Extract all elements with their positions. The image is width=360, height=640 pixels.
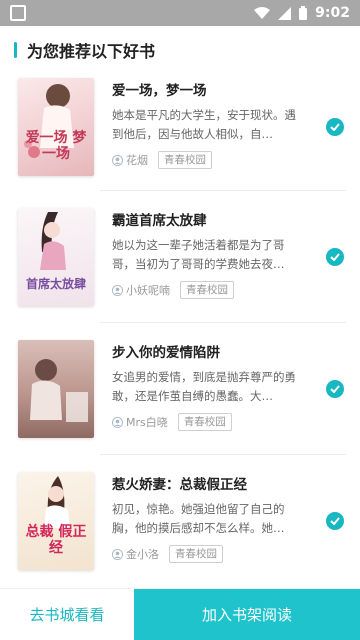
- selected-check-icon[interactable]: [326, 512, 344, 530]
- selected-check-icon[interactable]: [326, 248, 344, 266]
- divider: [100, 322, 346, 323]
- bottom-action-bar: 去书城看看 加入书架阅读: [0, 588, 360, 640]
- go-to-bookstore-button[interactable]: 去书城看看: [0, 589, 134, 640]
- author-icon: [112, 416, 123, 428]
- status-bar: 9:02: [0, 0, 360, 26]
- book-cover: 首席太放肆: [18, 208, 94, 306]
- notification-icon: [10, 5, 26, 21]
- book-description: 女追男的爱情，到底是抛弃尊严的勇敢，还是作茧自缚的愚蠢。大…: [112, 370, 296, 403]
- book-description: 她本是平凡的大学生，安于现状。遇到他后，因与他故人相似，自…: [112, 108, 296, 141]
- cover-title: 爱一场 梦一场: [25, 130, 87, 162]
- book-title: 霸道首席太放肆: [112, 213, 207, 229]
- book-author: 金小洛: [126, 548, 159, 561]
- book-item[interactable]: 爱一场 梦一场 爱一场，梦一场 她本是平凡的大学生，安于现状。遇到他后，因与他故…: [18, 78, 344, 188]
- book-item[interactable]: 总裁 假正经 惹火娇妻：总裁假正经 初见，惊艳。她强迫他留了自己的胸，他的摸后感…: [18, 472, 344, 582]
- genre-tag: 青春校园: [177, 413, 232, 431]
- book-author: Mrs白晓: [126, 416, 168, 429]
- section-header: 为您推荐以下好书: [0, 26, 360, 74]
- book-author: 花烟: [126, 154, 148, 167]
- book-cover: [18, 340, 94, 438]
- author-icon: [112, 548, 123, 560]
- book-description: 她以为这一辈子她活着都是为了哥哥，当初为了哥哥的学费她去夜…: [112, 238, 285, 271]
- status-time: 9:02: [315, 5, 350, 21]
- cover-title: 总裁 假正经: [25, 524, 87, 556]
- book-title: 惹火娇妻：总裁假正经: [112, 477, 247, 493]
- selected-check-icon[interactable]: [326, 118, 344, 136]
- genre-tag: 青春校园: [158, 151, 212, 169]
- book-item[interactable]: 首席太放肆 霸道首席太放肆 她以为这一辈子她活着都是为了哥哥，当初为了哥哥的学费…: [18, 208, 344, 318]
- book-title: 步入你的爱情陷阱: [112, 345, 220, 361]
- author-icon: [112, 284, 123, 296]
- selected-check-icon[interactable]: [326, 380, 344, 398]
- author-icon: [112, 154, 123, 166]
- wifi-icon: [254, 7, 271, 19]
- book-description: 初见，惊艳。她强迫他留了自己的胸，他的摸后感却不怎么样。她…: [112, 502, 285, 535]
- book-title: 爱一场，梦一场: [112, 83, 207, 99]
- book-cover: 爱一场 梦一场: [18, 78, 94, 176]
- header-accent-bar: [14, 42, 17, 58]
- page-title: 为您推荐以下好书: [27, 42, 156, 61]
- battery-icon: [299, 6, 308, 20]
- divider: [100, 454, 346, 455]
- genre-tag: 青春校园: [180, 281, 234, 299]
- divider: [100, 190, 346, 191]
- book-author: 小妖呢喃: [126, 284, 170, 297]
- genre-tag: 青春校园: [169, 545, 223, 563]
- book-list: 爱一场 梦一场 爱一场，梦一场 她本是平凡的大学生，安于现状。遇到他后，因与他故…: [0, 74, 360, 588]
- book-item[interactable]: 步入你的爱情陷阱 女追男的爱情，到底是抛弃尊严的勇敢，还是作茧自缚的愚蠢。大… …: [18, 340, 344, 450]
- book-cover: 总裁 假正经: [18, 472, 94, 570]
- cover-title: 首席太放肆: [25, 277, 86, 291]
- signal-icon: [278, 6, 292, 20]
- add-to-shelf-button[interactable]: 加入书架阅读: [134, 589, 360, 640]
